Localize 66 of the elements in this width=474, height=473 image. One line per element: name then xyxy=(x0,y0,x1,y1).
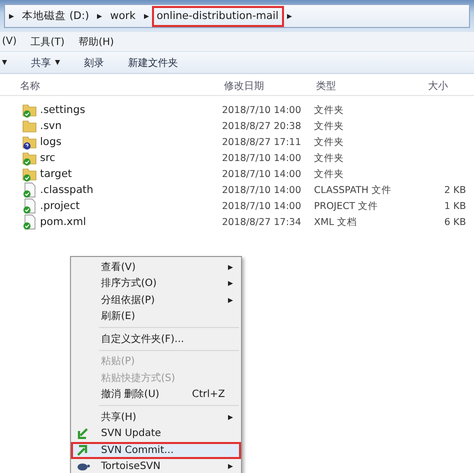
menu-item[interactable]: 查看(V) xyxy=(71,259,241,276)
file-name[interactable]: pom.xml xyxy=(40,216,86,228)
arrow-icon xyxy=(77,428,88,440)
column-header[interactable]: 名称 xyxy=(0,78,222,92)
menu-item[interactable]: SVN Commit... xyxy=(71,442,241,458)
chevron-icon[interactable] xyxy=(286,14,292,18)
chevron-icon[interactable] xyxy=(9,14,14,18)
file-name[interactable]: src xyxy=(40,152,56,164)
menu-item[interactable]: 工具(T) xyxy=(30,34,65,48)
menu-item[interactable]: 自定义文件夹(F)... xyxy=(71,331,241,348)
folder-icon xyxy=(22,118,37,134)
menu-item[interactable]: SVN Update xyxy=(71,426,241,442)
menu-item[interactable]: 排序方式(O) xyxy=(71,276,241,292)
file-name[interactable]: .svn xyxy=(40,120,62,132)
type-cell-text: XML 文档 xyxy=(314,216,358,228)
type-cell-text: 文件夹 xyxy=(314,152,345,164)
chevron-icon[interactable] xyxy=(144,14,149,18)
file-name[interactable]: .project xyxy=(40,200,80,212)
type-cell-text: PROJECT 文件 xyxy=(314,200,380,212)
column-header[interactable]: 修改日期 xyxy=(222,78,314,92)
menu-item[interactable]: 共享(H) xyxy=(71,409,241,426)
menu-item[interactable]: 撤消 删除(U) Ctrl+Z xyxy=(71,386,241,403)
arrow-icon xyxy=(77,444,88,456)
date-cell-text: 2018/7/10 14:00 xyxy=(222,104,302,116)
menu-item[interactable]: 帮助(H) xyxy=(78,34,114,48)
column-header[interactable]: 大小 xyxy=(426,78,474,92)
checked-file-icon xyxy=(22,182,37,198)
type-cell-text: 文件夹 xyxy=(314,136,345,148)
breadcrumb-item[interactable]: online-distribution-mail xyxy=(152,6,284,26)
menu-item[interactable]: (V) xyxy=(2,36,17,47)
date-cell-text: 2018/7/10 14:00 xyxy=(222,152,302,164)
address-bar[interactable]: 本地磁盘 (D:) work online-distribution-mail xyxy=(4,4,470,28)
size-cell-text: 6 KB xyxy=(443,216,466,228)
toolbar-button[interactable]: 共享 xyxy=(31,56,60,70)
breadcrumb-item[interactable]: work xyxy=(105,6,141,26)
file-name[interactable]: .classpath xyxy=(40,184,94,196)
checked-folder-icon xyxy=(22,166,37,182)
date-cell-text: 2018/7/10 14:00 xyxy=(222,184,302,196)
column-header[interactable]: 类型 xyxy=(314,78,426,92)
checked-folder-icon xyxy=(22,102,37,118)
toolbar-button[interactable]: 刻录 xyxy=(84,56,104,70)
date-cell-text: 2018/8/27 20:38 xyxy=(222,120,302,132)
date-cell-text: 2018/7/10 14:00 xyxy=(222,168,302,180)
checked-folder-icon xyxy=(22,150,37,166)
type-cell-text: 文件夹 xyxy=(314,120,345,132)
checked-file-icon xyxy=(22,198,37,214)
date-cell-text: 2018/8/27 17:34 xyxy=(222,216,302,228)
type-cell-text: 文件夹 xyxy=(314,104,345,116)
size-cell-text: 1 KB xyxy=(443,200,466,212)
question-folder-icon xyxy=(22,134,37,150)
caret-icon[interactable] xyxy=(2,60,7,65)
toolbar-button[interactable]: 新建文件夹 xyxy=(128,56,178,70)
date-cell-text: 2018/8/27 17:11 xyxy=(222,136,302,148)
file-name[interactable]: logs xyxy=(40,136,62,148)
menu-item[interactable]: 刷新(E) xyxy=(71,308,241,325)
type-cell-text: CLASSPATH 文件 xyxy=(314,184,393,196)
file-name[interactable]: target xyxy=(40,168,72,180)
menu-item[interactable]: 分组依据(P) xyxy=(71,292,241,308)
size-cell-text: 2 KB xyxy=(443,184,466,196)
breadcrumb-item[interactable]: 本地磁盘 (D:) xyxy=(17,6,94,26)
file-name[interactable]: .settings xyxy=(40,104,86,116)
checked-file-icon xyxy=(22,214,37,230)
type-cell-text: 文件夹 xyxy=(314,168,345,180)
date-cell-text: 2018/7/10 14:00 xyxy=(222,200,302,212)
chevron-icon[interactable] xyxy=(97,14,102,18)
menu-item[interactable]: TortoiseSVN xyxy=(71,458,241,473)
